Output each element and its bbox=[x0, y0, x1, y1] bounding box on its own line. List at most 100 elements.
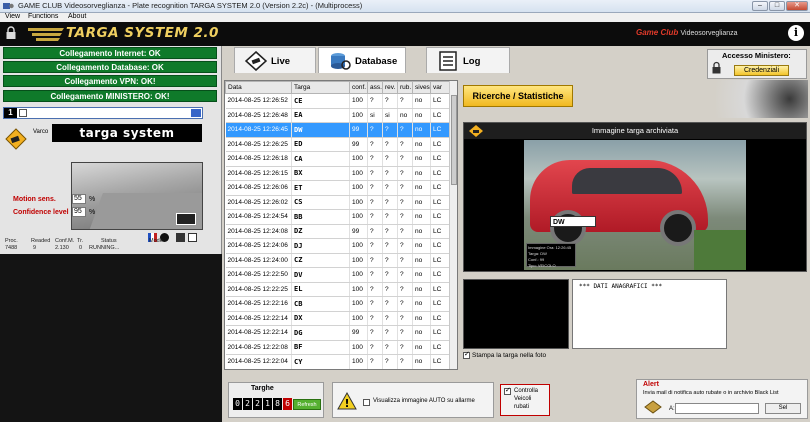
controlla-checkbox[interactable] bbox=[504, 386, 511, 395]
maximize-button[interactable]: □ bbox=[769, 1, 785, 11]
table-row[interactable]: 2014-08-25 12:26:15 BX 100??? no LC bbox=[225, 166, 452, 181]
controlla-veicoli-option[interactable]: Controlla Veicoli rubati bbox=[500, 384, 550, 416]
column-header[interactable]: Data bbox=[225, 81, 292, 94]
confidence-field[interactable]: 95 bbox=[72, 207, 86, 217]
table-cell: EL bbox=[291, 282, 350, 297]
auto-image-checkbox[interactable] bbox=[363, 399, 370, 406]
alert-select-button[interactable]: Sel bbox=[765, 403, 801, 414]
menu-functions[interactable]: Functions bbox=[28, 13, 58, 20]
table-cell: ? bbox=[367, 238, 383, 254]
controlla-line: rubati bbox=[514, 404, 530, 410]
snapshot-icon[interactable] bbox=[176, 233, 185, 242]
table-cell: 100 bbox=[349, 253, 368, 268]
table-row[interactable]: 2014-08-25 12:24:00 CZ 100??? no LC bbox=[225, 253, 452, 268]
close-button[interactable]: ✕ bbox=[786, 1, 808, 11]
table-row[interactable]: 2014-08-25 12:22:14 DG 99??? no LC bbox=[225, 325, 452, 341]
table-row[interactable]: 2014-08-25 12:22:16 CB 100??? no LC bbox=[225, 296, 452, 312]
table-row[interactable]: 2014-08-25 12:26:02 CS 100??? no LC bbox=[225, 195, 452, 210]
config-icon[interactable] bbox=[188, 233, 197, 242]
dati-anagrafici-box[interactable]: *** DATI ANAGRAFICI *** bbox=[572, 279, 727, 349]
table-cell: 99 bbox=[349, 224, 368, 239]
column-header[interactable]: rev. bbox=[382, 81, 398, 94]
padlock-icon bbox=[712, 61, 721, 74]
camera-settings-icon[interactable] bbox=[191, 109, 201, 117]
status-vpn: Collegamento VPN: OK! bbox=[3, 75, 217, 87]
table-cell: ? bbox=[367, 195, 383, 210]
table-row[interactable]: 2014-08-25 12:26:48 EA 100 si si no no LC bbox=[225, 108, 452, 123]
tab-log[interactable]: Log bbox=[426, 47, 510, 73]
tab-live-label: Live bbox=[271, 56, 291, 67]
table-row[interactable]: 2014-08-25 12:26:06 ET 100??? no LC bbox=[225, 180, 452, 196]
table-cell: ? bbox=[397, 122, 413, 138]
stats-header-mode: Mode bbox=[149, 238, 163, 244]
table-scrollbar[interactable] bbox=[449, 81, 457, 369]
table-cell: ? bbox=[397, 354, 413, 369]
menu-view[interactable]: View bbox=[5, 13, 20, 20]
plates-table[interactable]: Data Targa conf. ass. rev. rub. sives var 2014-… bbox=[224, 80, 458, 370]
license-plate: DW bbox=[550, 216, 596, 227]
status-internet: Collegamento Internet: OK bbox=[3, 47, 217, 59]
stats-header-proc: Proc. bbox=[5, 238, 18, 244]
table-cell: no bbox=[412, 282, 431, 297]
table-cell: ? bbox=[397, 253, 413, 268]
table-row[interactable]: 2014-08-25 12:24:08 DZ 99??? no LC bbox=[225, 224, 452, 239]
table-row[interactable]: 2014-08-25 12:26:45 DW 99??? no LC bbox=[225, 122, 452, 138]
stampa-checkbox[interactable] bbox=[463, 350, 470, 359]
lock-icon[interactable] bbox=[6, 26, 16, 40]
table-row[interactable]: 2014-08-25 12:22:50 DV 100??? no LC bbox=[225, 267, 452, 283]
plate-crop-preview bbox=[463, 279, 569, 349]
scrollbar-thumb[interactable] bbox=[451, 95, 457, 185]
table-cell: ? bbox=[382, 340, 398, 355]
svg-text:!: ! bbox=[344, 397, 349, 410]
table-row[interactable]: 2014-08-25 12:24:06 DJ 100??? no LC bbox=[225, 238, 452, 254]
column-header[interactable]: sives bbox=[412, 81, 431, 94]
menu-about[interactable]: About bbox=[68, 13, 86, 20]
car-window bbox=[572, 168, 682, 194]
table-cell: no bbox=[397, 108, 413, 123]
minimize-button[interactable]: – bbox=[752, 1, 768, 11]
table-cell: ? bbox=[397, 282, 413, 297]
info-icon[interactable]: i bbox=[788, 25, 804, 41]
stampa-targa-option[interactable]: Stampa la targa nella foto bbox=[463, 350, 546, 359]
table-cell: 2014-08-25 12:22:14 bbox=[225, 311, 292, 326]
table-row[interactable]: 2014-08-25 12:26:25 ED 99??? no LC bbox=[225, 137, 452, 152]
app-logo-text: TARGA SYSTEM 2.0 bbox=[66, 25, 219, 41]
table-cell: 100 bbox=[349, 93, 368, 109]
warning-icon: ! bbox=[337, 392, 357, 410]
table-row[interactable]: 2014-08-25 12:22:25 EL 100??? no LC bbox=[225, 282, 452, 297]
tab-database[interactable]: Database bbox=[318, 47, 406, 73]
table-row[interactable]: 2014-08-25 12:24:54 BB 100??? no LC bbox=[225, 209, 452, 225]
table-cell: 100 bbox=[349, 311, 368, 326]
archived-car-photo[interactable]: DW Immagine Ora: 12:26:45 Targa: DW Conf… bbox=[524, 140, 746, 270]
column-header[interactable]: rub. bbox=[397, 81, 413, 94]
table-row[interactable]: 2014-08-25 12:26:18 CA 100??? no LC bbox=[225, 151, 452, 167]
table-cell: no bbox=[412, 267, 431, 283]
title-bar: GAME CLUB Videosorveglianza - Plate reco… bbox=[0, 0, 810, 13]
table-row[interactable]: 2014-08-25 12:26:52 CE 100??? no LC bbox=[225, 93, 452, 109]
motion-sens-field[interactable]: 55 bbox=[72, 194, 86, 204]
table-cell: ED bbox=[291, 137, 350, 152]
table-cell: ? bbox=[367, 151, 383, 167]
camera-empty-slot bbox=[0, 254, 222, 422]
ricerche-statistiche-button[interactable]: Ricerche / Statistiche bbox=[463, 85, 573, 107]
counter-digit: 0 bbox=[233, 398, 242, 410]
table-cell: DV bbox=[291, 267, 350, 283]
alert-email-input[interactable] bbox=[675, 403, 759, 414]
refresh-button[interactable]: Refresh bbox=[293, 399, 321, 410]
table-cell: no bbox=[412, 340, 431, 355]
table-cell: no bbox=[412, 137, 431, 152]
table-row[interactable]: 2014-08-25 12:22:14 DX 100??? no LC bbox=[225, 311, 452, 326]
column-header[interactable]: ass. bbox=[367, 81, 383, 94]
camera-enable-checkbox[interactable] bbox=[19, 109, 27, 117]
tab-live[interactable]: Live bbox=[234, 47, 316, 73]
stats-header-status: Status bbox=[101, 238, 117, 244]
table-cell: 2014-08-25 12:22:14 bbox=[225, 325, 292, 341]
credenziali-button[interactable]: Credenziali bbox=[734, 65, 789, 76]
column-header[interactable]: conf. bbox=[349, 81, 368, 94]
table-cell: 100 bbox=[349, 354, 368, 369]
table-row[interactable]: 2014-08-25 12:22:04 CY 100??? no LC bbox=[225, 354, 452, 369]
table-cell: no bbox=[412, 122, 431, 138]
controlla-line: Veicoli bbox=[514, 396, 532, 402]
column-header[interactable]: Targa bbox=[291, 81, 350, 94]
table-row[interactable]: 2014-08-25 12:22:08 BF 100??? no LC bbox=[225, 340, 452, 355]
